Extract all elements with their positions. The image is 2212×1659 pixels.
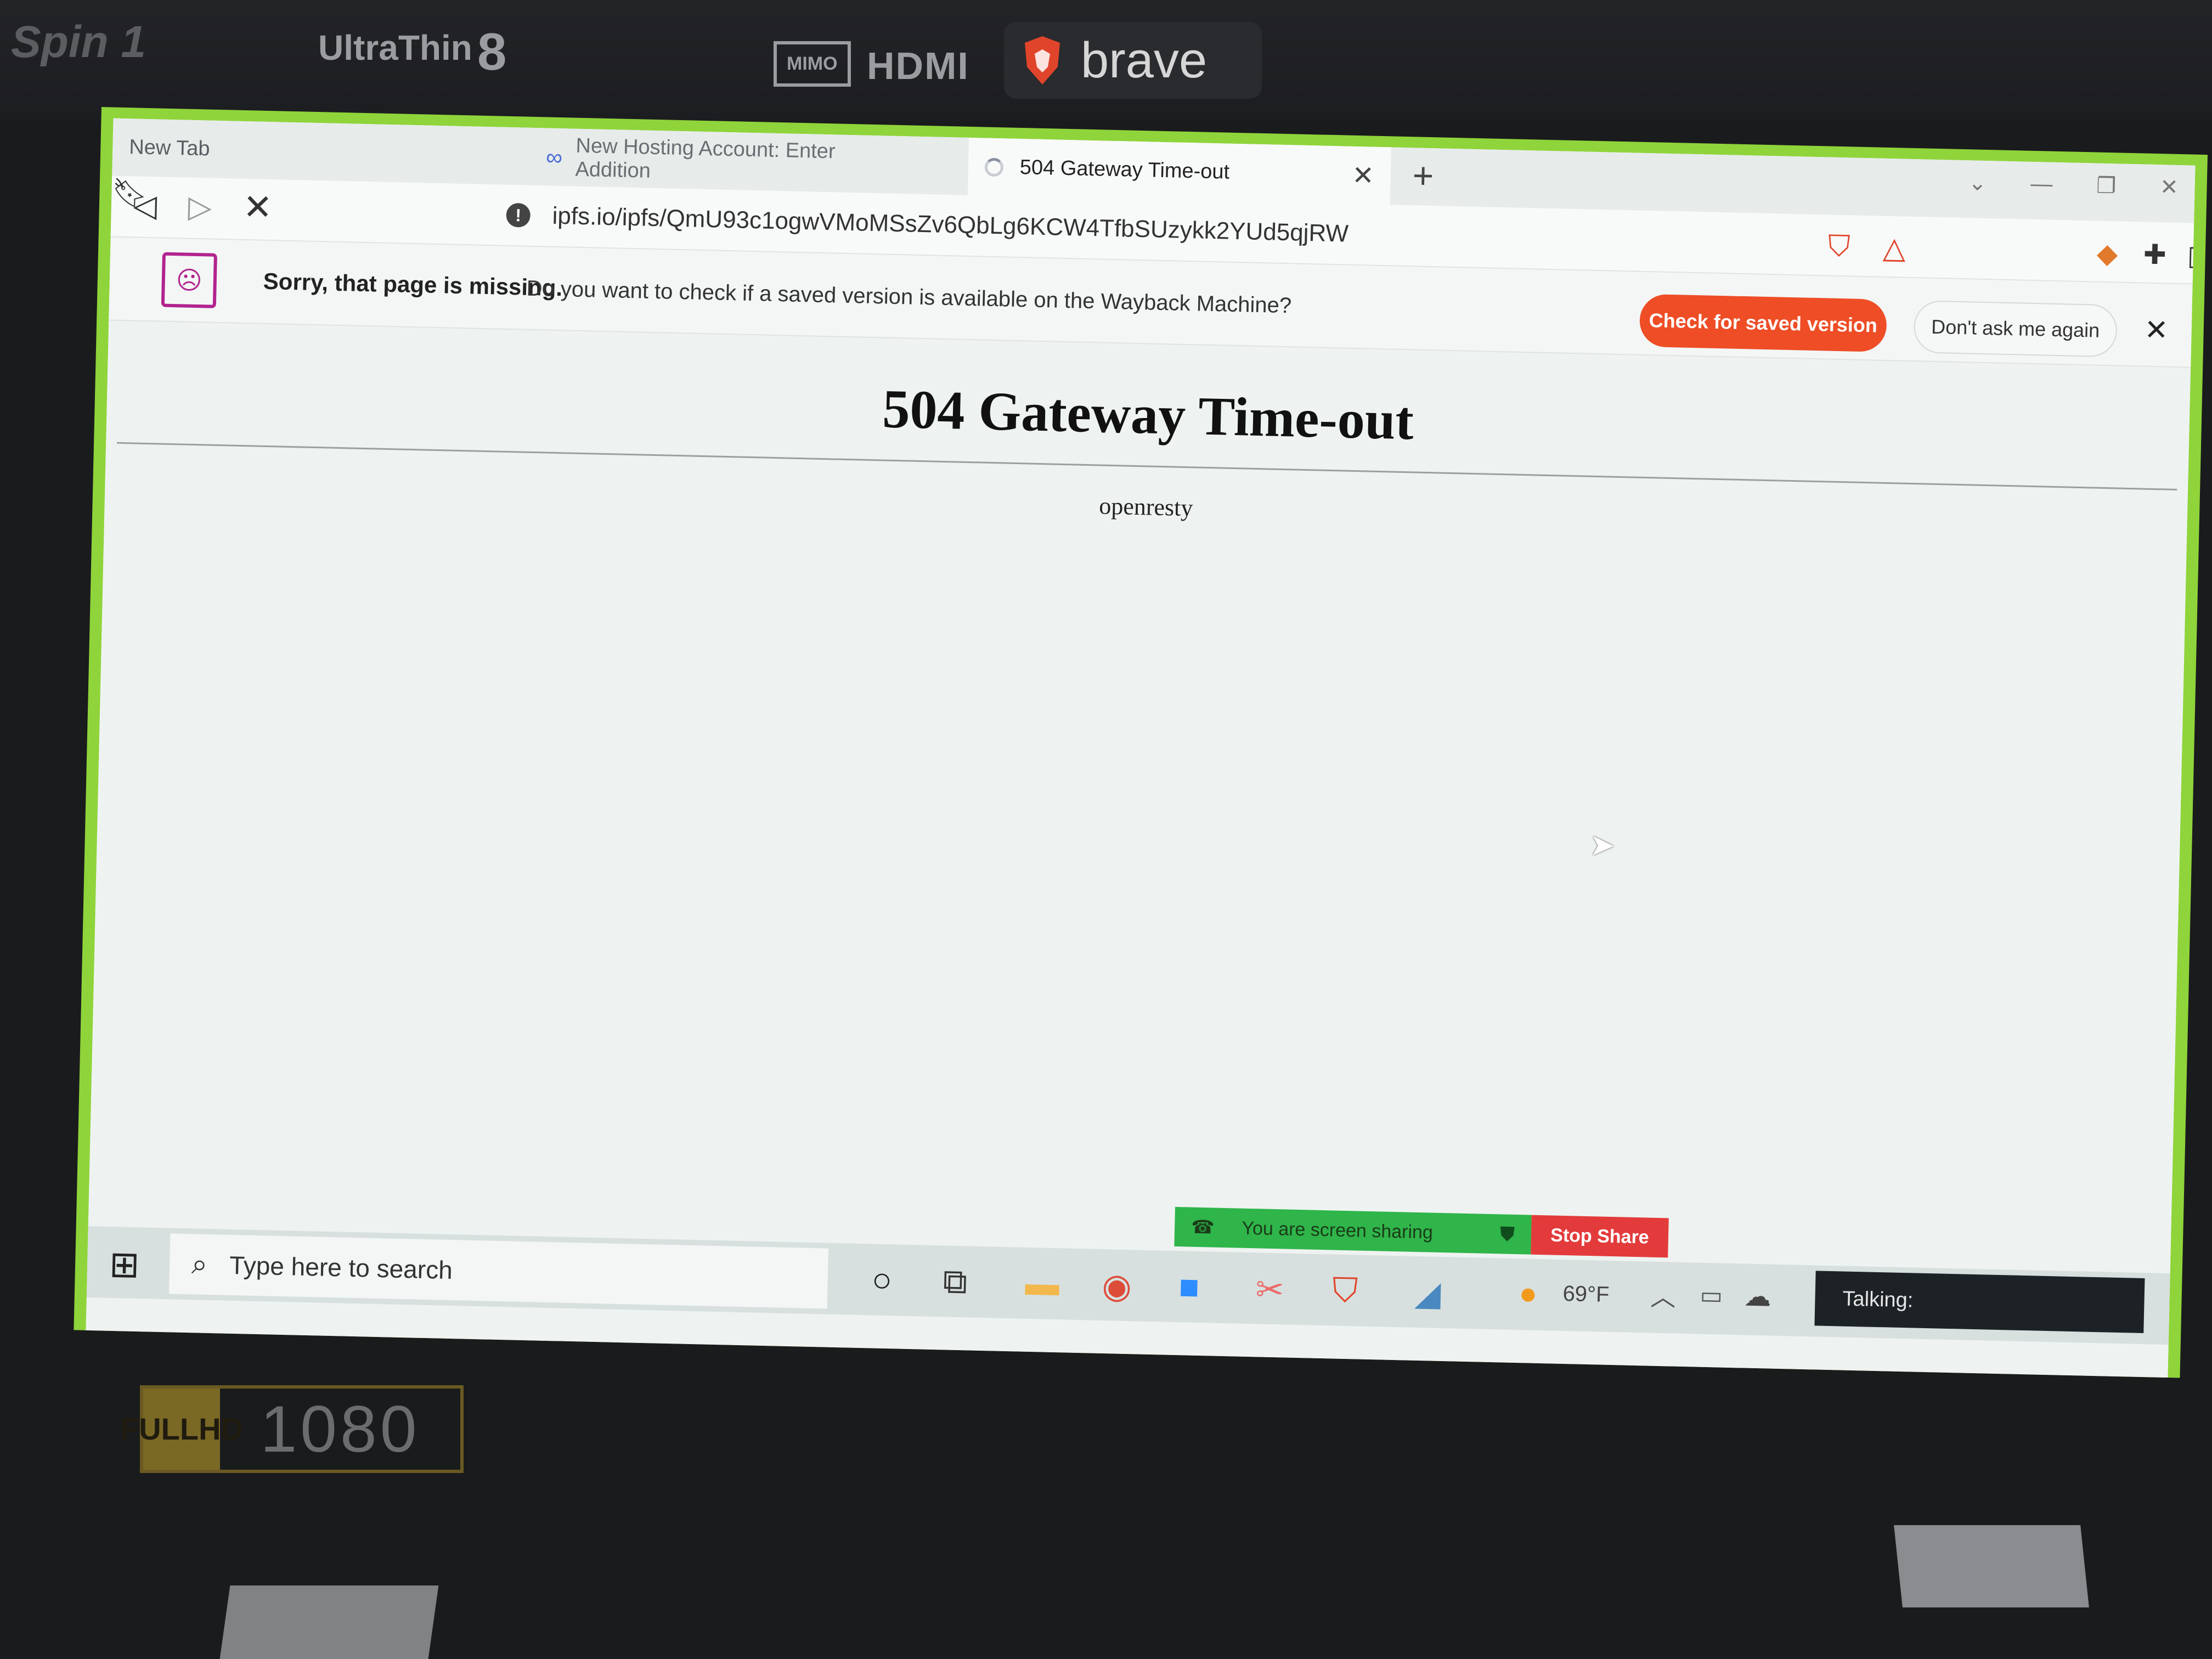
fox-icon[interactable]: ◆ [2096, 238, 2118, 270]
onedrive-cloud-icon[interactable]: ☁ [1743, 1280, 1771, 1312]
tab-hosting-account[interactable]: ∞ New Hosting Account: Enter Addition [529, 128, 909, 194]
loading-spinner-icon [984, 157, 1004, 177]
screen-sharing-text: You are screen sharing [1242, 1217, 1434, 1243]
mouse-cursor-icon: ➤ [1589, 827, 1616, 862]
meet-now-icon[interactable]: ▭ [1700, 1282, 1723, 1310]
close-tab-icon[interactable]: ✕ [1352, 160, 1374, 191]
close-window-icon[interactable]: ✕ [2160, 174, 2179, 200]
ultrathin-label: UltraThin [318, 28, 472, 67]
page-title: 504 Gateway Time-out [882, 378, 1415, 452]
wallet-icon[interactable]: ▣ [2187, 239, 2195, 272]
tab-label: New Hosting Account: Enter Addition [575, 134, 836, 183]
windows-start-icon[interactable]: ⊞ [109, 1243, 140, 1286]
drawing-app-icon[interactable]: ◢ [1414, 1273, 1441, 1313]
hdmi-label: HDMI [867, 44, 969, 87]
search-icon: ⌕ [191, 1248, 208, 1280]
laptop-top-bezel: Spin 1 UltraThin 8 MIMO HDMI brave [0, 0, 2212, 121]
wayback-title: Sorry, that page is missing. [263, 268, 563, 301]
tray-chevron-icon[interactable]: ︿ [1650, 1277, 1676, 1314]
stop-icon[interactable]: ✕ [242, 187, 273, 228]
zoom-talking-indicator: Talking: [1814, 1271, 2145, 1334]
tab-label: New Tab [128, 136, 210, 161]
chrome-icon[interactable]: ◉ [1102, 1266, 1132, 1306]
laptop-screen: New Tab ∞ New Hosting Account: Enter Add… [74, 107, 2208, 1378]
phone-icon: ☎ [1190, 1216, 1215, 1238]
full-hd-top: FULL [120, 1411, 199, 1446]
close-icon[interactable]: ✕ [2144, 314, 2169, 347]
new-tab-button[interactable]: + [1412, 154, 1434, 196]
tab-gateway-timeout[interactable]: 504 Gateway Time-out ✕ [967, 137, 1391, 205]
brave-lion-icon [1025, 36, 1060, 84]
stop-share-button[interactable]: Stop Share [1531, 1215, 1669, 1258]
snipping-tool-icon[interactable]: ✂ [1255, 1269, 1285, 1310]
sad-page-icon: ☹ [161, 252, 218, 308]
brave-sticker: brave [1004, 22, 1262, 99]
file-explorer-icon[interactable]: ▬ [1025, 1264, 1060, 1304]
full-hd-sticker: FULL HD 1080 [120, 1385, 464, 1473]
infinity-icon: ∞ [545, 143, 563, 170]
tab-search-icon[interactable]: ⌄ [1968, 170, 1987, 196]
tab-label: 504 Gateway Time-out [1019, 156, 1230, 184]
brave-browser-icon[interactable]: ⛉ [1332, 1271, 1358, 1311]
stop-share-label: Stop Share [1550, 1224, 1650, 1248]
cortana-icon[interactable]: ○ [871, 1260, 893, 1300]
resolution-label: 1080 [260, 1392, 420, 1466]
battery-badge: 8 [477, 22, 507, 81]
windows-taskbar: ⊞ ⌕ Type here to search ○ ⧉ ▬ ◉ ■ ✂ ⛉ ◢ … [86, 1226, 2170, 1345]
talking-label: Talking: [1842, 1287, 1914, 1312]
task-view-icon[interactable]: ⧉ [943, 1262, 968, 1302]
full-hd-label: FULL HD [120, 1389, 243, 1470]
tab-new-tab[interactable]: New Tab [112, 118, 530, 185]
rewards-icon[interactable]: △ [1882, 230, 1906, 266]
restore-icon[interactable]: ❐ [2096, 173, 2117, 199]
window-controls: ⌄ — ❐ ✕ [1968, 170, 2179, 200]
hinge-right [1894, 1525, 2089, 1607]
weather-temperature[interactable]: 69°F [1562, 1282, 1610, 1307]
dont-ask-again-button[interactable]: Don't ask me again [1913, 300, 2118, 358]
search-placeholder: Type here to search [229, 1250, 453, 1285]
back-icon[interactable]: ◁ [133, 187, 157, 224]
info-icon[interactable]: ! [506, 202, 531, 228]
wayback-question: Do you want to check if a saved version … [526, 276, 1292, 318]
weather-icon[interactable]: ● [1519, 1275, 1538, 1311]
screen-sharing-banner: ☎ You are screen sharing ⛊ [1174, 1206, 1532, 1255]
zoom-icon[interactable]: ■ [1178, 1267, 1200, 1307]
check-saved-version-button[interactable]: Check for saved version [1639, 294, 1887, 352]
spin-label: Spin 1 [11, 17, 146, 67]
brave-shields-icon[interactable]: ⛉ [1827, 229, 1850, 264]
shield-icon: ⛊ [1499, 1222, 1515, 1245]
puzzle-icon[interactable]: ✚ [2143, 239, 2166, 271]
server-name: openresty [1098, 492, 1194, 522]
browser-window: New Tab ∞ New Hosting Account: Enter Add… [86, 118, 2196, 1378]
brave-sticker-text: brave [1081, 32, 1207, 88]
url-text[interactable]: ipfs.io/ipfs/QmU93c1ogwVMoMSsZv6QbLg6KCW… [552, 202, 1348, 248]
mimo-label: MIMO [774, 41, 851, 87]
forward-icon[interactable]: ▷ [188, 189, 212, 225]
hinge-left [219, 1585, 439, 1659]
minimize-icon[interactable]: — [2030, 172, 2053, 198]
taskbar-search-box[interactable]: ⌕ Type here to search [168, 1233, 829, 1309]
